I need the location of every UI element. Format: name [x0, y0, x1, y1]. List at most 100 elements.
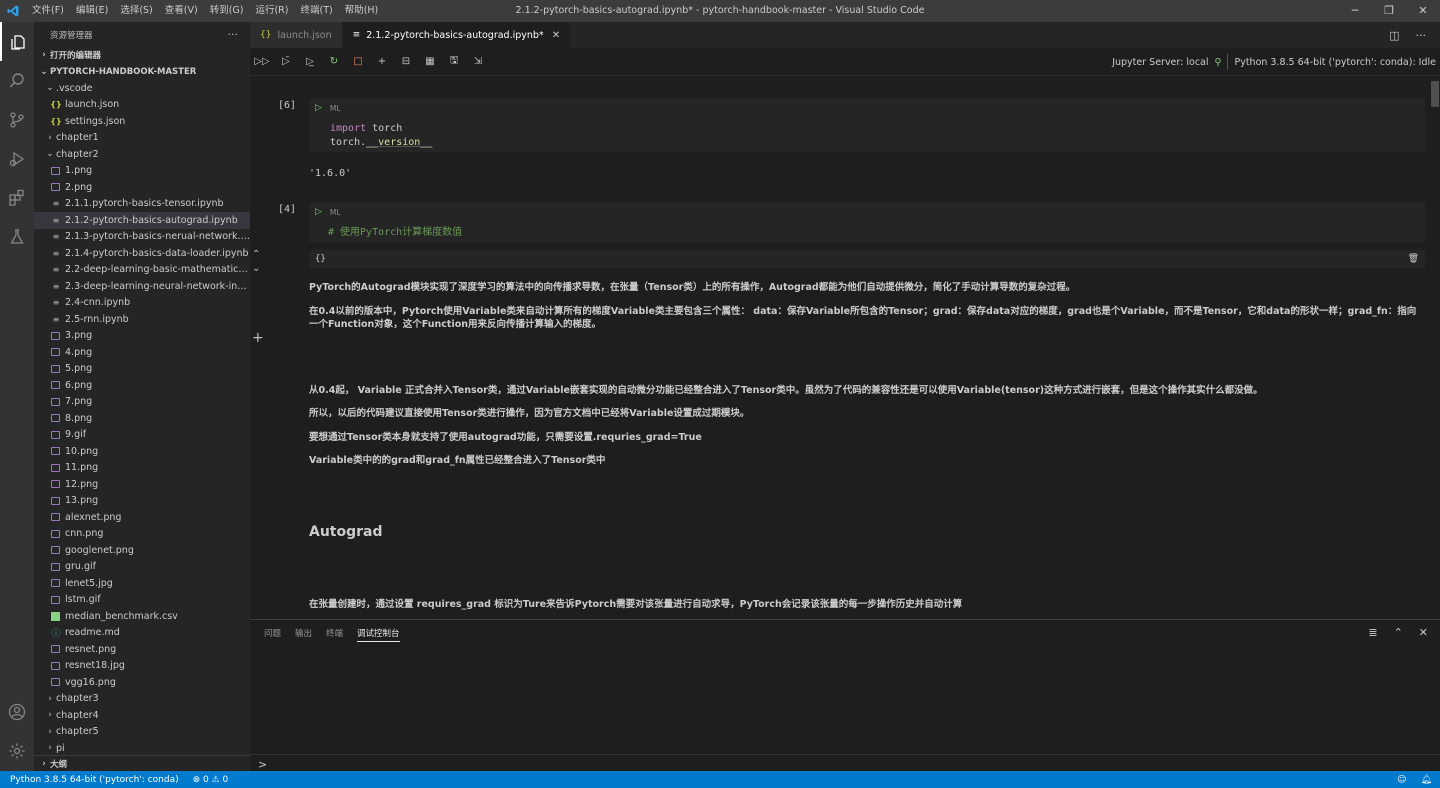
code-cell-editor[interactable]: # 使用PyTorch计算梯度数值 — [309, 222, 1425, 242]
file-item[interactable]: {} launch.json — [34, 97, 250, 114]
tab-autograd-notebook[interactable]: ≡ 2.1.2-pytorch-basics-autograd.ipynb* ✕ — [342, 22, 572, 48]
cell-language-label[interactable]: ML — [330, 208, 341, 217]
folder-item[interactable]: › chapter5 — [34, 724, 250, 741]
file-item[interactable]: cnn.png — [34, 526, 250, 543]
python-interpreter-status[interactable]: Python 3.8.5 64-bit ('pytorch': conda) — [0, 775, 185, 785]
problems-status[interactable]: ⊗ 0 ⚠ 0 — [185, 775, 235, 785]
file-item[interactable]: 1.png — [34, 163, 250, 180]
export-icon[interactable]: ⇲ — [466, 56, 490, 67]
more-actions-icon[interactable]: ··· — [1416, 29, 1427, 42]
interrupt-kernel-icon[interactable]: □ — [346, 56, 370, 67]
split-editor-icon[interactable]: ◫ — [1389, 29, 1399, 42]
file-item[interactable]: 11.png — [34, 460, 250, 477]
file-item[interactable]: resnet18.jpg — [34, 658, 250, 675]
close-panel-icon[interactable]: ✕ — [1419, 626, 1428, 639]
testing-flask-icon[interactable] — [0, 217, 34, 256]
minimize-icon[interactable]: ─ — [1338, 0, 1372, 22]
folder-item[interactable]: › chapter4 — [34, 707, 250, 724]
file-item[interactable]: 6.png — [34, 377, 250, 394]
notifications-bell-icon[interactable]: 🔔︎ — [1421, 775, 1432, 785]
tab-debug-console[interactable]: 调试控制台 — [357, 625, 400, 642]
file-item[interactable]: googlenet.png — [34, 542, 250, 559]
tab-launch-json[interactable]: {} launch.json — [250, 22, 343, 48]
file-item[interactable]: 12.png — [34, 476, 250, 493]
menu-selection[interactable]: 选择(S) — [114, 0, 158, 22]
file-item[interactable]: 9.gif — [34, 427, 250, 444]
debug-console-prompt[interactable]: > — [258, 758, 267, 771]
folder-item[interactable]: ⌄ chapter2 — [34, 146, 250, 163]
folder-item[interactable]: › chapter1 — [34, 130, 250, 147]
file-item[interactable]: 7.png — [34, 394, 250, 411]
add-cell-icon[interactable]: + — [370, 56, 394, 67]
menu-go[interactable]: 转到(G) — [204, 0, 250, 22]
file-item[interactable]: ≡ 2.2-deep-learning-basic-mathematics.ip.… — [34, 262, 250, 279]
file-item[interactable]: ≡ 2.1.1.pytorch-basics-tensor.ipynb — [34, 196, 250, 213]
file-item[interactable]: 3.png — [34, 328, 250, 345]
variables-icon[interactable]: ▦ — [418, 56, 442, 67]
filter-list-icon[interactable]: ≣ — [1368, 626, 1377, 639]
source-control-icon[interactable] — [0, 100, 34, 139]
menu-file[interactable]: 文件(F) — [26, 0, 70, 22]
file-item[interactable]: ⓘ readme.md — [34, 625, 250, 642]
tab-output[interactable]: 输出 — [295, 625, 312, 641]
feedback-icon[interactable]: ☺ — [1397, 775, 1406, 785]
move-cell-up-icon[interactable]: ⌃ — [252, 249, 260, 260]
file-item[interactable]: ≡ 2.1.4-pytorch-basics-data-loader.ipynb — [34, 245, 250, 262]
move-cell-down-icon[interactable]: ⌄ — [252, 263, 260, 274]
save-icon[interactable]: 🖫 — [442, 53, 466, 70]
run-above-icon[interactable]: ▷̄ — [274, 56, 298, 67]
menu-help[interactable]: 帮助(H) — [339, 0, 385, 22]
run-debug-icon[interactable] — [0, 139, 34, 178]
file-item[interactable]: ≡ 2.3-deep-learning-neural-network-intro.… — [34, 278, 250, 295]
menu-terminal[interactable]: 终端(T) — [294, 0, 338, 22]
insert-cell-icon[interactable]: + — [252, 330, 264, 346]
jupyter-server-label[interactable]: Jupyter Server: local — [1112, 57, 1208, 68]
file-item[interactable]: median_benchmark.csv — [34, 608, 250, 625]
file-item[interactable]: 4.png — [34, 344, 250, 361]
cell-type-label[interactable]: {} — [315, 254, 326, 264]
run-below-icon[interactable]: ▷̲ — [298, 56, 322, 67]
file-item[interactable]: 8.png — [34, 410, 250, 427]
cell-language-label[interactable]: ML — [330, 104, 341, 113]
explorer-icon[interactable] — [0, 22, 34, 61]
file-item[interactable]: ≡ 2.1.3-pytorch-basics-nerual-network.ipy… — [34, 229, 250, 246]
file-item[interactable]: 5.png — [34, 361, 250, 378]
run-cell-icon[interactable]: ▷ — [315, 103, 322, 113]
settings-gear-icon[interactable] — [0, 731, 34, 770]
tab-problems[interactable]: 问题 — [264, 625, 281, 641]
kernel-label[interactable]: Python 3.8.5 64-bit ('pytorch': conda): … — [1234, 57, 1436, 68]
close-tab-icon[interactable]: ✕ — [552, 30, 560, 41]
maximize-panel-icon[interactable]: ⌃ — [1394, 626, 1403, 639]
account-icon[interactable] — [0, 692, 34, 731]
file-item[interactable]: 10.png — [34, 443, 250, 460]
scrollbar-thumb[interactable] — [1431, 81, 1439, 107]
file-item[interactable]: {} settings.json — [34, 113, 250, 130]
file-item[interactable]: 2.png — [34, 179, 250, 196]
file-item[interactable]: resnet.png — [34, 641, 250, 658]
file-item[interactable]: ≡ 2.5-rnn.ipynb — [34, 311, 250, 328]
more-actions-icon[interactable]: ··· — [228, 28, 239, 41]
file-item[interactable]: vgg16.png — [34, 674, 250, 691]
file-item[interactable]: lstm.gif — [34, 592, 250, 609]
tab-terminal[interactable]: 终端 — [326, 625, 343, 641]
folder-item[interactable]: ⌄ .vscode — [34, 80, 250, 97]
notebook-scrollbar[interactable] — [1430, 77, 1440, 618]
menu-edit[interactable]: 编辑(E) — [70, 0, 114, 22]
run-all-icon[interactable]: ▷▷ — [250, 56, 274, 67]
file-item[interactable]: 13.png — [34, 493, 250, 510]
close-window-icon[interactable]: ✕ — [1406, 0, 1440, 22]
restart-kernel-icon[interactable]: ↻ — [322, 56, 346, 67]
open-editors-section[interactable]: › 打开的编辑器 — [34, 47, 250, 64]
delete-cell-icon[interactable]: 🗑 — [1408, 254, 1419, 264]
menu-view[interactable]: 查看(V) — [159, 0, 204, 22]
extensions-icon[interactable] — [0, 178, 34, 217]
search-icon[interactable] — [0, 61, 34, 100]
outline-section[interactable]: › 大纲 — [34, 755, 250, 772]
workspace-root-section[interactable]: ⌄ PYTORCH-HANDBOOK-MASTER — [34, 64, 250, 81]
file-item[interactable]: gru.gif — [34, 559, 250, 576]
file-item[interactable]: lenet5.jpg — [34, 575, 250, 592]
file-item[interactable]: ≡ 2.1.2-pytorch-basics-autograd.ipynb — [34, 212, 250, 229]
run-cell-icon[interactable]: ▷ — [315, 207, 322, 217]
file-item[interactable]: ≡ 2.4-cnn.ipynb — [34, 295, 250, 312]
folder-item[interactable]: › chapter3 — [34, 691, 250, 708]
